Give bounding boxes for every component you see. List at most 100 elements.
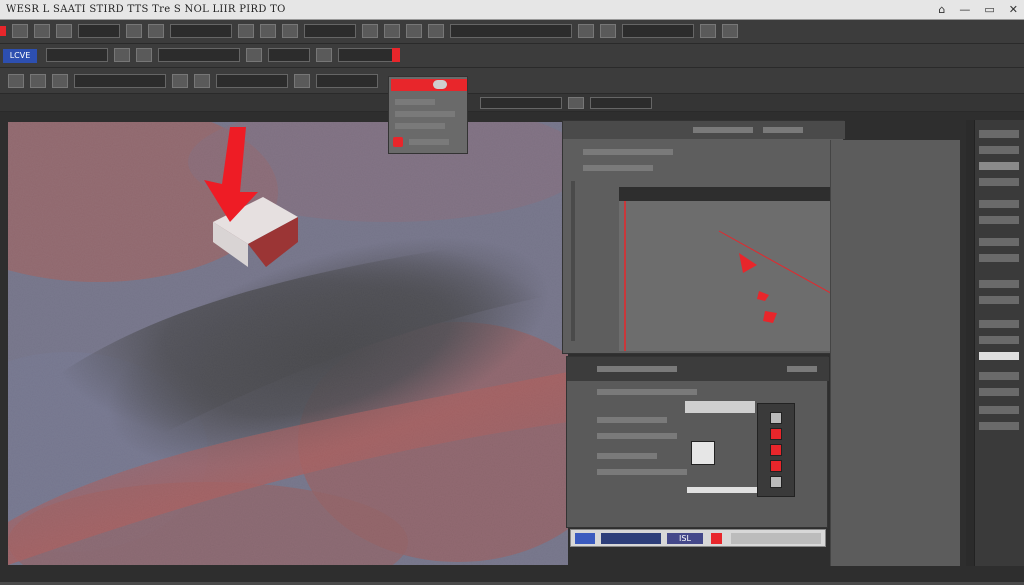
layers-tab[interactable] — [597, 366, 677, 372]
sidebar-row[interactable] — [979, 388, 1019, 396]
swatch[interactable] — [770, 460, 782, 472]
toggle-icon[interactable] — [433, 80, 447, 89]
home-icon[interactable]: ⌂ — [938, 3, 945, 16]
crop-tool-icon[interactable] — [126, 24, 142, 38]
marquee-tool-icon[interactable] — [34, 24, 50, 38]
record-icon[interactable] — [393, 137, 403, 147]
ruler-icon[interactable] — [568, 97, 584, 109]
layers-icon[interactable] — [578, 24, 594, 38]
sidebar-row[interactable] — [979, 336, 1019, 344]
align-center-icon[interactable] — [30, 74, 46, 88]
properties-panel[interactable] — [562, 120, 846, 354]
pen-tool-icon[interactable] — [282, 24, 298, 38]
sidebar-row[interactable] — [979, 280, 1019, 288]
type-tool-icon[interactable] — [362, 24, 378, 38]
layer-row[interactable] — [597, 417, 667, 423]
panel-row[interactable] — [395, 123, 445, 129]
swatch[interactable] — [770, 476, 782, 488]
layer-row[interactable] — [597, 453, 657, 459]
layer-thumbnail[interactable] — [691, 441, 715, 465]
sidebar-row[interactable] — [979, 130, 1019, 138]
option-icon[interactable] — [316, 48, 332, 62]
sidebar-row[interactable] — [979, 178, 1019, 186]
option-icon[interactable] — [246, 48, 262, 62]
sidebar-row[interactable] — [979, 320, 1019, 328]
panel-header[interactable] — [391, 79, 467, 91]
shape-tool-icon[interactable] — [384, 24, 400, 38]
property-row[interactable] — [583, 149, 673, 155]
sidebar-row[interactable] — [979, 372, 1019, 380]
preset-chip[interactable]: LCVE — [3, 49, 37, 63]
sidebar-row[interactable] — [979, 254, 1019, 262]
minimize-icon[interactable]: — — [959, 3, 970, 16]
secondary-field[interactable] — [74, 74, 166, 88]
move-tool-icon[interactable] — [12, 24, 28, 38]
close-icon[interactable]: ✕ — [1009, 3, 1018, 16]
sidebar-row[interactable] — [979, 352, 1019, 360]
align-left-icon[interactable] — [8, 74, 24, 88]
panel-row[interactable] — [395, 99, 435, 105]
sidebar-row[interactable] — [979, 146, 1019, 154]
status-field[interactable] — [731, 533, 821, 544]
status-icon[interactable] — [711, 533, 722, 544]
header-tab[interactable] — [763, 127, 803, 133]
channels-icon[interactable] — [600, 24, 616, 38]
zoom-tool-icon[interactable] — [428, 24, 444, 38]
header-tab[interactable] — [693, 127, 753, 133]
sidebar-row[interactable] — [979, 162, 1019, 170]
sidebar-row[interactable] — [979, 200, 1019, 208]
eraser-tool-icon[interactable] — [238, 24, 254, 38]
options-field[interactable] — [46, 48, 108, 62]
brush-tool-icon[interactable] — [148, 24, 164, 38]
vertical-slider[interactable] — [571, 181, 575, 341]
options-field[interactable] — [268, 48, 310, 62]
panel-row[interactable] — [395, 111, 455, 117]
gradient-tool-icon[interactable] — [260, 24, 276, 38]
distribute-icon[interactable] — [172, 74, 188, 88]
secondary-field[interactable] — [316, 74, 378, 88]
layer-row[interactable] — [597, 433, 677, 439]
settings-icon[interactable] — [722, 24, 738, 38]
options-field[interactable] — [158, 48, 240, 62]
transform-icon[interactable] — [294, 74, 310, 88]
history-icon[interactable] — [700, 24, 716, 38]
color-swatch-column[interactable] — [757, 403, 795, 497]
lasso-tool-icon[interactable] — [56, 24, 72, 38]
swatch[interactable] — [770, 444, 782, 456]
secondary-field[interactable] — [216, 74, 288, 88]
restore-icon[interactable]: ▭ — [984, 3, 994, 16]
document-canvas[interactable] — [8, 122, 568, 565]
floating-tools-panel[interactable] — [388, 76, 468, 154]
toolbar-field[interactable] — [78, 24, 120, 38]
toolbar-field[interactable] — [170, 24, 232, 38]
sidebar-row[interactable] — [979, 238, 1019, 246]
ruler-field[interactable] — [480, 97, 562, 109]
property-row[interactable] — [583, 165, 653, 171]
sidebar-row[interactable] — [979, 216, 1019, 224]
layers-panel[interactable] — [566, 356, 829, 528]
options-field[interactable] — [338, 48, 400, 62]
option-icon[interactable] — [136, 48, 152, 62]
layer-row[interactable] — [597, 389, 697, 395]
sidebar-row[interactable] — [979, 422, 1019, 430]
layers-tab[interactable] — [787, 366, 817, 372]
status-chip[interactable] — [575, 533, 595, 544]
arrange-icon[interactable] — [194, 74, 210, 88]
ruler-field[interactable] — [590, 97, 652, 109]
panel-row[interactable] — [409, 139, 449, 145]
toolbar-field[interactable] — [304, 24, 356, 38]
layer-filter-field[interactable] — [685, 401, 755, 413]
layer-row[interactable] — [597, 469, 687, 475]
toolbar-field[interactable] — [622, 24, 694, 38]
align-right-icon[interactable] — [52, 74, 68, 88]
sidebar-row[interactable] — [979, 406, 1019, 414]
toolbar-field[interactable] — [450, 24, 572, 38]
swatch[interactable] — [770, 428, 782, 440]
option-icon[interactable] — [114, 48, 130, 62]
swatch[interactable] — [770, 412, 782, 424]
status-chip[interactable] — [601, 533, 661, 544]
preview-area[interactable] — [619, 201, 846, 351]
menu-bar-text[interactable]: WESR L SAATI STIRD TTS Tre S NOL LIIR PI… — [6, 4, 286, 15]
sidebar-row[interactable] — [979, 296, 1019, 304]
hand-tool-icon[interactable] — [406, 24, 422, 38]
